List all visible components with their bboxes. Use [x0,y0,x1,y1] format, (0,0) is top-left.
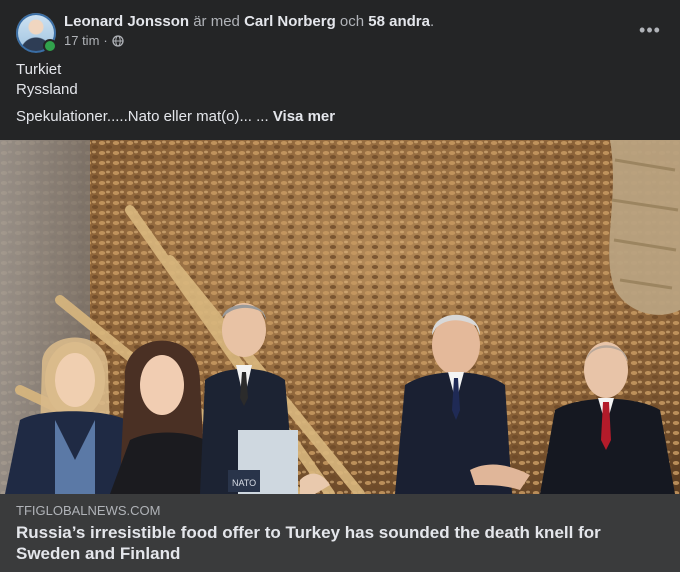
more-options-icon[interactable]: ••• [636,16,664,44]
and-text: och [339,13,365,30]
with-text: är med [193,13,240,30]
post-header: Leonard Jonsson är med Carl Norberg och … [16,12,664,54]
online-status-icon [43,39,57,53]
link-domain: TFIGLOBALNEWS.COM [16,503,161,518]
post-teaser-line: Spekulationer.....Nato eller mat(o)... .… [16,107,664,127]
see-more-link[interactable]: Visa mer [273,108,335,125]
period: . [429,13,435,30]
image-illustration: NATO [0,140,680,494]
author-line: Leonard Jonsson är med Carl Norberg och … [64,12,434,32]
link-headline[interactable]: Russia’s irresistible food offer to Turk… [16,522,660,564]
post-line-2: Ryssland [16,81,78,98]
feed-post: Leonard Jonsson är med Carl Norberg och … [0,0,680,572]
author-name[interactable]: Leonard Jonsson [64,13,189,30]
tagged-person[interactable]: Carl Norberg [244,13,336,30]
timestamp-line: 17 tim · [64,33,434,49]
post-teaser: Spekulationer.....Nato eller mat(o)... [16,108,252,125]
link-preview-image[interactable]: NATO [0,140,680,494]
nato-sign-text: NATO [232,478,256,488]
author-avatar[interactable] [16,13,57,53]
post-line-1: Turkiet [16,61,62,78]
teaser-ellipsis: ... [256,108,269,125]
link-preview[interactable]: TFIGLOBALNEWS.COM Russia’s irresistible … [0,494,680,572]
separator: · [103,33,108,48]
post-text: Turkiet Ryssland Spekulationer.....Nato … [16,60,664,127]
timestamp[interactable]: 17 tim [64,33,99,49]
post-meta: Leonard Jonsson är med Carl Norberg och … [64,12,434,49]
tagged-others[interactable]: 58 andra [368,13,430,30]
globe-icon[interactable] [112,35,124,47]
